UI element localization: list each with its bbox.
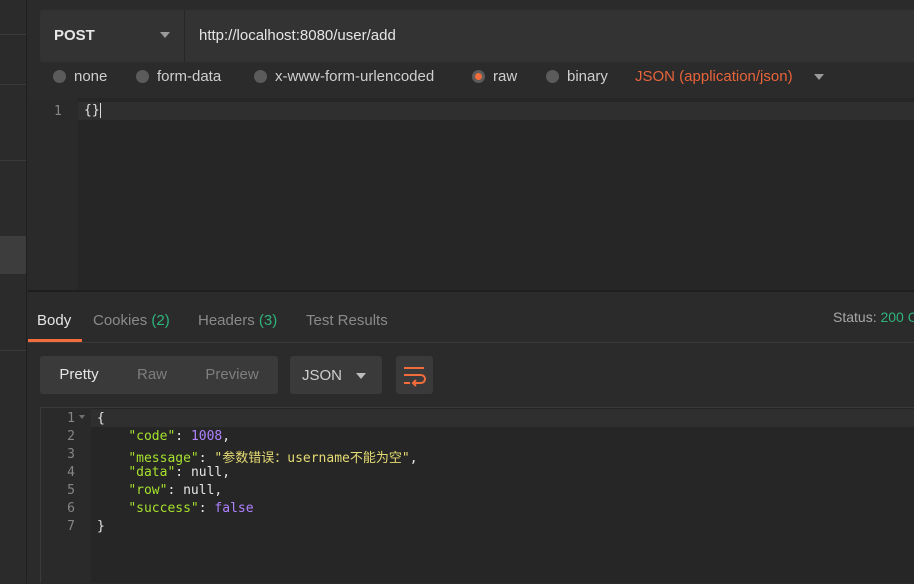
body-type-options: none form-data x-www-form-urlencoded raw…: [40, 64, 914, 90]
chevron-down-icon: [160, 32, 170, 38]
line-number: 1: [54, 104, 62, 119]
text-cursor: [99, 103, 101, 118]
request-body-code[interactable]: {}: [84, 103, 101, 118]
tab-label: Body: [37, 312, 72, 329]
radio-selected-icon: [472, 70, 485, 83]
tab-body[interactable]: Body: [37, 312, 71, 329]
json-value: 1008: [190, 429, 223, 444]
json-value: false: [214, 501, 254, 516]
code-brace: {: [97, 411, 105, 426]
request-url-bar: POST http://localhost:8080/user/add: [40, 10, 914, 62]
tab-label: Cookies: [93, 312, 148, 329]
method-label: POST: [54, 27, 95, 44]
pane-divider[interactable]: [28, 290, 914, 292]
code-line: "row": null,: [128, 483, 223, 498]
view-raw-button[interactable]: Raw: [118, 356, 186, 394]
json-value: null: [183, 483, 215, 498]
body-type-label: form-data: [157, 68, 222, 85]
url-input[interactable]: http://localhost:8080/user/add: [199, 27, 396, 44]
tab-test-results[interactable]: Test Results: [306, 312, 388, 329]
radio-icon: [136, 70, 149, 83]
json-value: "参数错误：username不能为空": [214, 451, 410, 466]
body-type-label: none: [74, 68, 108, 85]
content-type-select[interactable]: JSON (application/json): [635, 68, 793, 85]
tab-headers[interactable]: Headers (3): [198, 312, 277, 329]
radio-icon: [53, 70, 66, 83]
sidebar-active-item[interactable]: [0, 236, 26, 274]
chevron-down-icon: [356, 373, 366, 379]
line-number-gutter: 1: [28, 98, 78, 290]
chevron-down-icon[interactable]: [814, 74, 824, 80]
line-number: 6: [67, 501, 75, 516]
line-number: 5: [67, 483, 75, 498]
line-number-gutter: 1 2 3 4 5 6 7: [41, 408, 91, 584]
json-key: "code": [128, 429, 176, 444]
sidebar-rail: [0, 0, 27, 583]
tab-count: (2): [151, 312, 170, 329]
wrap-lines-button[interactable]: [396, 356, 433, 394]
status-label: Status:: [833, 309, 877, 325]
line-number: 1: [67, 411, 75, 426]
code-line: "code": 1008,: [128, 429, 231, 444]
response-tabs: Body Cookies (2) Headers (3) Test Result…: [28, 300, 914, 343]
active-line-highlight: [91, 409, 914, 427]
line-number: 4: [67, 465, 75, 480]
line-number: 7: [67, 519, 75, 534]
tab-count: (3): [258, 312, 278, 329]
tab-label: Headers: [198, 312, 255, 329]
body-type-label: binary: [567, 68, 608, 85]
fold-arrow-icon[interactable]: [79, 415, 85, 419]
format-select[interactable]: JSON: [290, 356, 382, 394]
code-line: }: [97, 519, 105, 534]
code-text: {}: [84, 103, 100, 118]
json-key: "success": [128, 501, 199, 516]
view-preview-button[interactable]: Preview: [186, 356, 278, 394]
json-key: "data": [128, 465, 176, 480]
json-value: null: [190, 465, 223, 480]
body-type-label: x-www-form-urlencoded: [275, 68, 435, 85]
sidebar-separator: [0, 350, 26, 351]
code-line: {: [97, 411, 105, 426]
tab-cookies[interactable]: Cookies (2): [93, 312, 170, 329]
sidebar-separator: [0, 84, 26, 85]
radio-icon: [254, 70, 267, 83]
line-number: 2: [67, 429, 75, 444]
code-line: "data": null,: [128, 465, 231, 480]
active-tab-indicator: [28, 339, 82, 342]
sidebar-separator: [0, 34, 26, 35]
code-line: "message": "参数错误：username不能为空",: [128, 451, 418, 466]
json-key: "message": [128, 451, 199, 466]
view-pretty-button[interactable]: Pretty: [40, 356, 118, 394]
body-type-label: raw: [493, 68, 518, 85]
method-select[interactable]: POST: [40, 10, 185, 62]
json-key: "row": [128, 483, 168, 498]
response-status: Status: 200 OK: [833, 309, 914, 325]
radio-icon: [546, 70, 559, 83]
tab-label: Test Results: [306, 312, 388, 329]
view-mode-group: Pretty Raw Preview: [40, 356, 278, 394]
active-line-highlight: [78, 102, 914, 120]
format-label: JSON: [302, 367, 343, 384]
request-body-editor[interactable]: 1 {}: [28, 98, 914, 290]
wrap-lines-icon: [404, 367, 426, 387]
sidebar-separator: [0, 160, 26, 161]
response-body-viewer[interactable]: 1 2 3 4 5 6 7 { "code": 1008, "message":…: [40, 407, 914, 584]
status-value: 200 OK: [880, 309, 914, 325]
line-number: 3: [67, 447, 75, 462]
code-brace: }: [97, 519, 105, 534]
code-line: "success": false: [128, 501, 254, 516]
